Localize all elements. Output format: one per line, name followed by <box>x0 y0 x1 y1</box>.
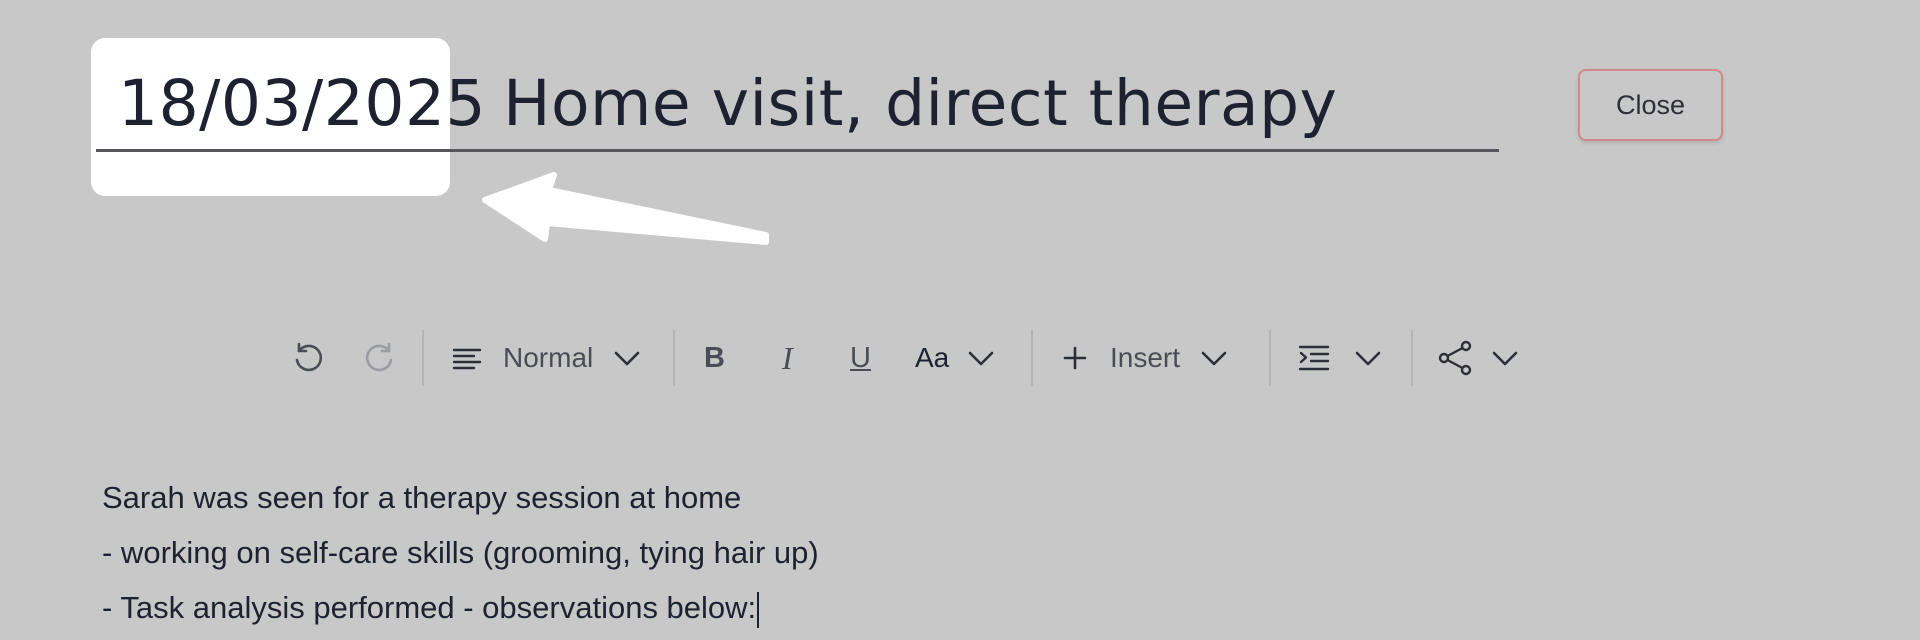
toolbar-divider <box>1411 330 1413 386</box>
toolbar-divider <box>673 330 675 386</box>
chevron-down-icon <box>1492 351 1518 366</box>
share-dropdown[interactable] <box>1437 330 1519 386</box>
undo-button[interactable] <box>290 330 326 386</box>
note-title[interactable]: 18/03/2025 Home visit, direct therapy <box>118 62 1337 146</box>
paragraph-style-dropdown[interactable]: Normal <box>451 330 641 386</box>
annotation-arrow-icon <box>482 172 769 245</box>
text-cursor <box>757 591 760 628</box>
paragraph-style-label: Normal <box>503 342 594 373</box>
note-editor: 18/03/2025 Home visit, direct therapy Clo… <box>0 0 1920 640</box>
underline-button[interactable]: U <box>850 330 871 386</box>
bold-icon: B <box>704 341 725 374</box>
chevron-down-icon <box>614 351 640 366</box>
italic-button[interactable]: I <box>782 330 793 386</box>
close-button[interactable]: Close <box>1578 69 1723 141</box>
body-line-text: - Task analysis performed - observations… <box>102 590 757 625</box>
font-size-dropdown[interactable]: Aa <box>915 330 995 386</box>
indent-dropdown[interactable] <box>1298 330 1382 386</box>
note-body[interactable]: Sarah was seen for a therapy session at … <box>102 470 819 635</box>
title-date: 18/03/2025 <box>118 67 487 140</box>
redo-icon <box>365 342 393 372</box>
chevron-down-icon <box>968 351 994 366</box>
title-description: Home visit, direct therapy <box>503 67 1338 140</box>
editor-toolbar: Normal B I U Aa Insert <box>0 330 1920 386</box>
chevron-down-icon <box>1355 351 1381 366</box>
body-line: Sarah was seen for a therapy session at … <box>102 480 742 515</box>
body-line-last: - Task analysis performed - observations… <box>102 580 819 635</box>
indent-icon <box>1298 345 1330 371</box>
toolbar-divider <box>1031 330 1033 386</box>
plus-icon <box>1063 346 1087 370</box>
paragraph-align-icon <box>452 348 482 370</box>
italic-icon: I <box>782 339 793 376</box>
underline-icon: U <box>850 341 871 374</box>
insert-dropdown[interactable]: Insert <box>1062 330 1228 386</box>
bold-button[interactable]: B <box>704 330 725 386</box>
body-line: - working on self-care skills (grooming,… <box>102 535 819 570</box>
chevron-down-icon <box>1201 351 1227 366</box>
insert-label: Insert <box>1110 342 1181 373</box>
font-size-icon: Aa <box>915 342 950 373</box>
undo-icon <box>295 342 323 372</box>
toolbar-divider <box>422 330 424 386</box>
share-icon <box>1438 340 1472 376</box>
redo-button[interactable] <box>362 330 398 386</box>
toolbar-divider <box>1269 330 1271 386</box>
